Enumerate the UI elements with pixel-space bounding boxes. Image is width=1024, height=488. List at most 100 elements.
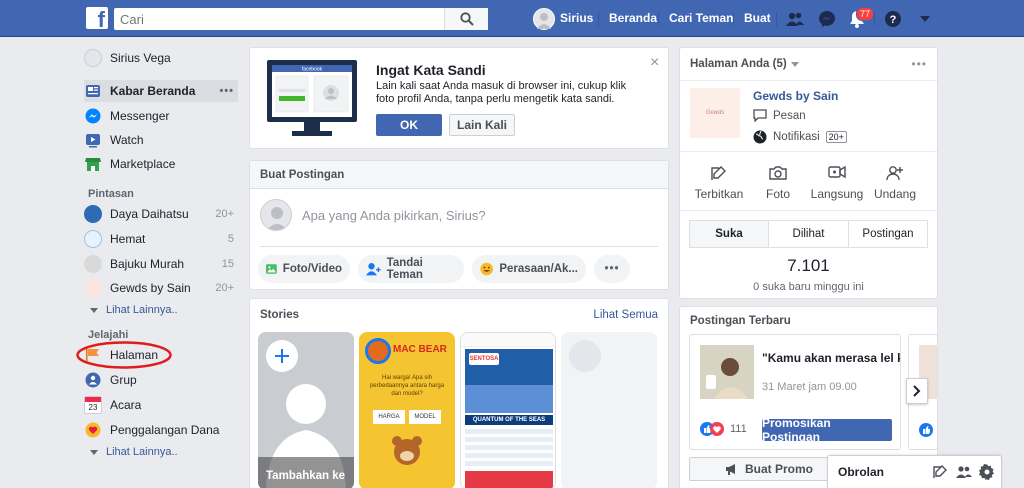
left-nav-news-feed[interactable]: Kabar Beranda ••• xyxy=(84,79,238,103)
groups-icon xyxy=(84,371,102,389)
search-input[interactable] xyxy=(114,8,444,30)
chat-label: Obrolan xyxy=(838,465,885,479)
nav-create-link[interactable]: Buat xyxy=(744,0,771,37)
search-bar xyxy=(114,8,488,30)
page-notifications-label: Notifikasi xyxy=(773,131,820,143)
publish-label: Terbitkan xyxy=(694,187,744,201)
add-story-button[interactable] xyxy=(266,340,298,372)
explore-item-fundraisers[interactable]: Penggalangan Dana xyxy=(84,418,238,442)
explore-item-groups[interactable]: Grup xyxy=(84,368,238,392)
bear-mascot-icon xyxy=(392,436,422,465)
story-ship-image xyxy=(465,385,553,413)
page-notifications-link[interactable]: Notifikasi 20+ xyxy=(753,130,847,144)
page-name-link[interactable]: Gewds by Sain xyxy=(753,89,838,103)
add-story-card[interactable]: Tambahkan ke xyxy=(258,332,354,488)
profile-name-link[interactable]: Sirius xyxy=(560,0,593,37)
left-nav-watch[interactable]: Watch xyxy=(84,128,238,152)
story-item[interactable]: SENTOSA QUANTUM OF THE SEAS xyxy=(460,332,556,488)
edit-icon xyxy=(711,166,726,180)
shortcut-label: Hemat xyxy=(110,232,146,246)
see-more-label: Lihat Lainnya.. xyxy=(106,304,178,316)
settings-gear-icon[interactable] xyxy=(979,464,995,480)
shortcut-count: 20+ xyxy=(215,282,234,294)
shortcut-item[interactable]: Hemat 5 xyxy=(84,227,238,251)
promote-post-button[interactable]: Promosikan Postingan xyxy=(762,416,892,444)
publish-button[interactable]: Terbitkan xyxy=(691,165,747,201)
story-tag: MODEL xyxy=(409,410,441,424)
nav-find-friends-link[interactable]: Cari Teman xyxy=(669,0,733,37)
help-button[interactable]: ? xyxy=(882,8,904,30)
story-footer xyxy=(465,471,553,488)
shortcut-avatar xyxy=(84,230,102,248)
page-logo[interactable]: Gewds xyxy=(690,88,740,138)
page-messages-link[interactable]: Pesan xyxy=(753,109,806,122)
shortcut-item[interactable]: Gewds by Sain 20+ xyxy=(84,276,238,300)
tab-views[interactable]: Dilihat xyxy=(768,220,849,248)
story-item[interactable]: MAC BEAR Hai warga! Apa sih perbedaannya… xyxy=(359,332,455,488)
left-nav-messenger[interactable]: Messenger xyxy=(84,104,238,128)
ok-button[interactable]: OK xyxy=(376,114,442,136)
see-more-explore[interactable]: Lihat Lainnya.. xyxy=(90,446,178,458)
create-promotion-button[interactable]: Buat Promo xyxy=(689,457,849,481)
more-options-icon[interactable]: ••• xyxy=(594,255,630,283)
facebook-logo[interactable]: f xyxy=(86,7,108,29)
shortcut-item[interactable]: Daya Daihatsu 20+ xyxy=(84,202,238,226)
new-group-icon[interactable] xyxy=(956,465,972,479)
left-nav-marketplace[interactable]: Marketplace xyxy=(84,152,238,176)
feeling-label: Perasaan/Ak... xyxy=(499,263,578,275)
shortcut-label: Daya Daihatsu xyxy=(110,207,189,221)
story-caption: QUANTUM OF THE SEAS xyxy=(465,415,553,425)
chat-bar[interactable]: Obrolan xyxy=(827,455,1002,488)
tab-posts[interactable]: Postingan xyxy=(848,220,928,248)
invite-label: Undang xyxy=(873,187,917,201)
later-button[interactable]: Lain Kali xyxy=(449,114,515,136)
photo-video-button[interactable]: Foto/Video xyxy=(258,255,350,283)
tag-friends-button[interactable]: Tandai Teman xyxy=(358,255,464,283)
more-options-icon[interactable]: ••• xyxy=(219,85,234,97)
carousel-next-button[interactable] xyxy=(906,378,928,404)
profile-avatar[interactable] xyxy=(533,8,555,30)
tab-likes[interactable]: Suka xyxy=(689,220,769,248)
more-options-icon[interactable]: ••• xyxy=(911,57,927,71)
your-pages-title: Halaman Anda (5) xyxy=(690,58,787,70)
shortcut-count: 15 xyxy=(221,258,234,270)
live-button[interactable]: Langsung xyxy=(809,165,865,201)
account-menu-button[interactable] xyxy=(914,8,936,30)
nav-home-link[interactable]: Beranda xyxy=(609,0,657,37)
fundraiser-icon xyxy=(84,421,102,439)
calendar-day: 23 xyxy=(88,403,98,412)
feeling-activity-button[interactable]: Perasaan/Ak... xyxy=(472,255,586,283)
recent-post-item[interactable]: "Kamu akan merasa lel kalau terus memiki… xyxy=(689,334,901,450)
left-nav-profile[interactable]: Sirius Vega xyxy=(84,46,238,70)
messages-button[interactable] xyxy=(816,8,838,30)
messenger-icon xyxy=(819,11,835,27)
composer-input[interactable]: Apa yang Anda pikirkan, Sirius? xyxy=(302,208,486,223)
red-circle-annotation xyxy=(76,341,172,369)
add-person-icon xyxy=(886,166,903,181)
compose-icon[interactable] xyxy=(933,465,947,479)
notification-count-badge: 20+ xyxy=(825,131,847,143)
close-icon[interactable]: × xyxy=(650,54,659,72)
search-button[interactable] xyxy=(444,8,488,30)
see-all-stories-link[interactable]: Lihat Semua xyxy=(593,309,658,321)
post-reactions[interactable]: 111 xyxy=(700,422,747,436)
story-brand: MAC BEAR xyxy=(393,344,447,355)
page-messages-label: Pesan xyxy=(773,109,806,122)
left-nav-messenger-label: Messenger xyxy=(110,109,170,123)
shortcut-item[interactable]: Bajuku Murah 15 xyxy=(84,252,238,276)
remember-password-card: facebook Ingat Kata Sandi Lain kali saat… xyxy=(249,47,669,149)
photo-button[interactable]: Foto xyxy=(750,165,806,201)
explore-item-events[interactable]: 23 Acara xyxy=(84,393,238,417)
invite-button[interactable]: Undang xyxy=(867,165,923,201)
avatar-silhouette-icon xyxy=(537,13,551,29)
svg-text:?: ? xyxy=(890,14,897,26)
photo-icon xyxy=(266,264,277,274)
avatar-silhouette-icon xyxy=(266,207,288,230)
shortcut-avatar xyxy=(84,255,102,273)
story-item-placeholder[interactable] xyxy=(561,332,657,488)
see-more-shortcuts[interactable]: Lihat Lainnya.. xyxy=(90,304,178,316)
friend-requests-button[interactable] xyxy=(784,8,806,30)
card-body: Lain kali saat Anda masuk di browser ini… xyxy=(376,80,627,105)
shortcut-count: 20+ xyxy=(215,208,234,220)
your-pages-header[interactable]: Halaman Anda (5) xyxy=(690,58,799,70)
